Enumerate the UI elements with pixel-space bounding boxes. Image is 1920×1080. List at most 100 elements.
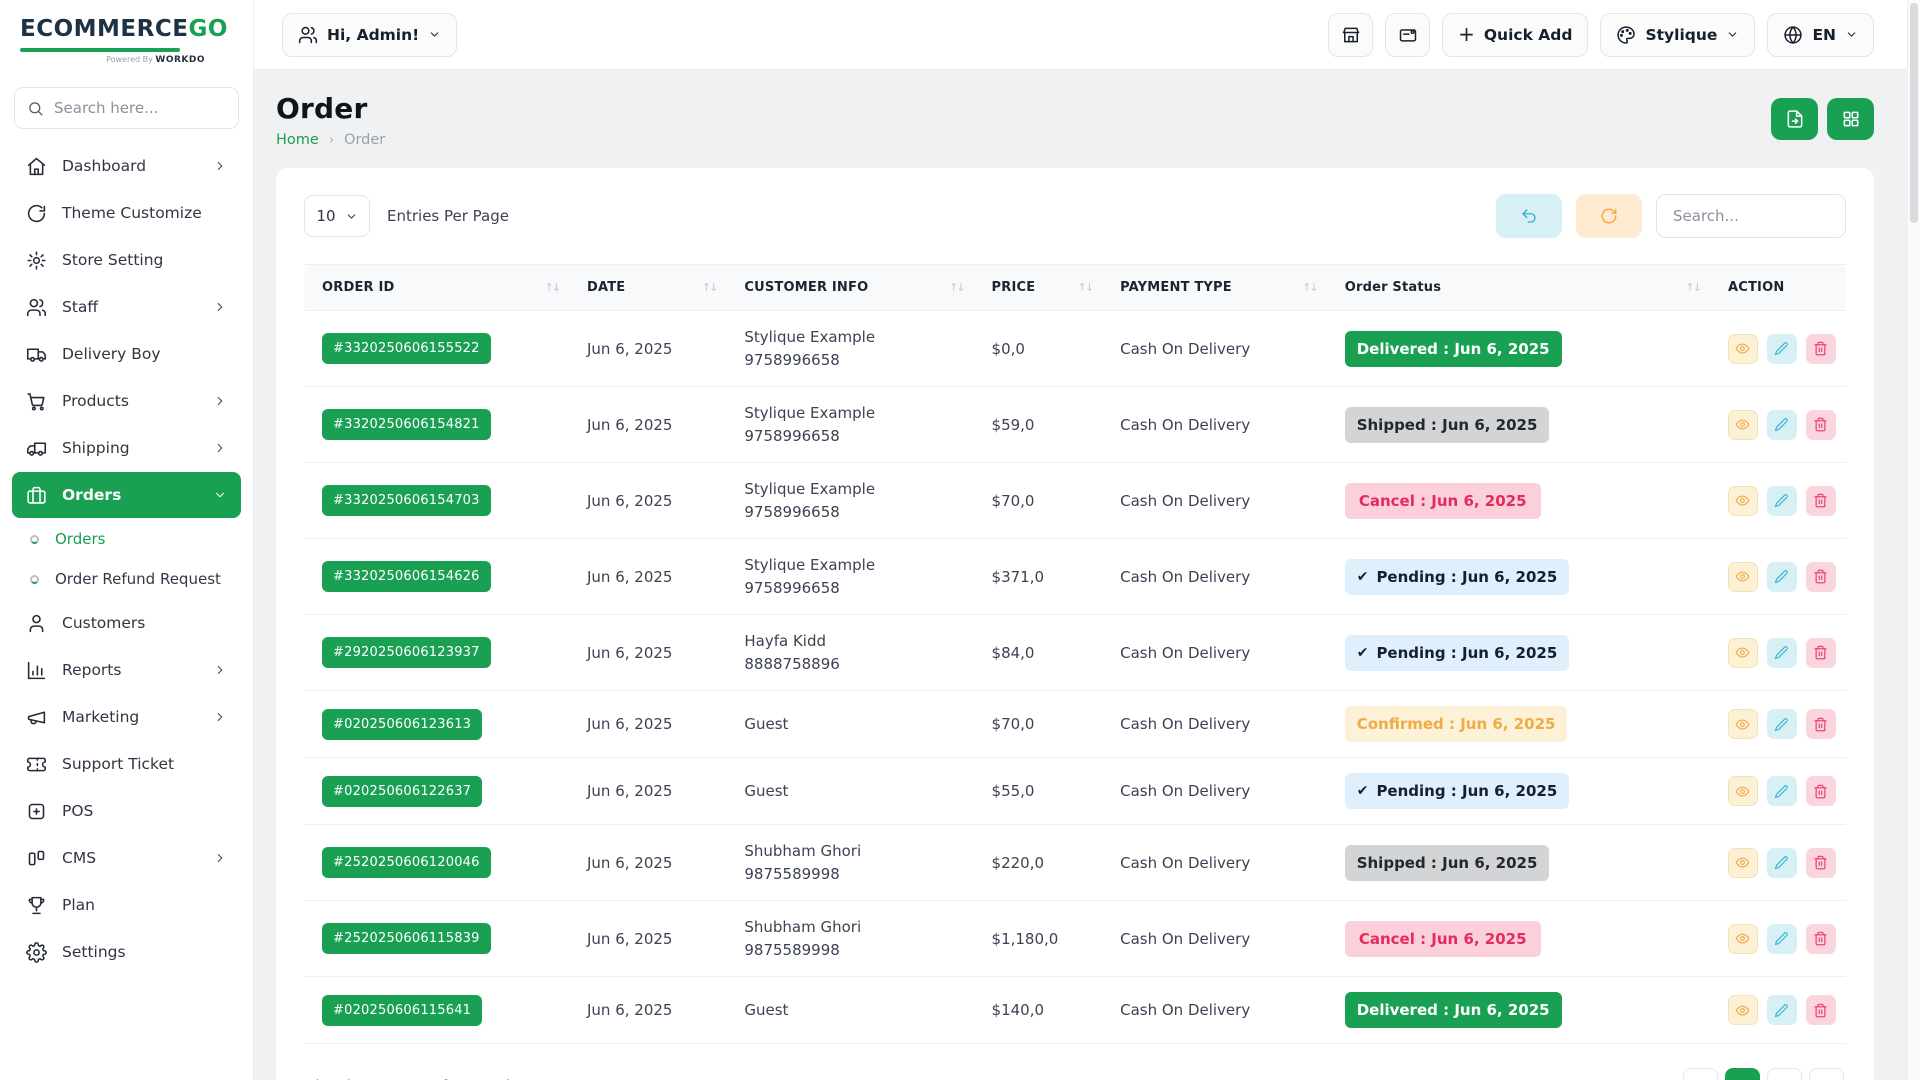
column-header-customer-info[interactable]: CUSTOMER INFO↑↓ [734,265,981,311]
table-search-input[interactable] [1656,194,1846,238]
sidebar-item-support-ticket[interactable]: Support Ticket [12,741,241,787]
quick-add-button[interactable]: + Quick Add [1442,13,1588,57]
entries-per-page-select[interactable]: 10 [304,195,370,237]
edit-button[interactable] [1767,776,1797,806]
delete-button[interactable] [1806,709,1836,739]
breadcrumb-home-link[interactable]: Home [276,132,319,148]
sidebar-item-orders[interactable]: Orders [12,472,241,518]
view-button[interactable] [1728,848,1758,878]
pagination-next-button[interactable] [1809,1068,1844,1080]
sidebar-item-cms[interactable]: CMS [12,835,241,881]
pencil-icon [1774,717,1789,732]
column-header-date[interactable]: DATE↑↓ [577,265,734,311]
sidebar-search-input[interactable] [54,99,226,117]
view-button[interactable] [1728,486,1758,516]
theme-switcher-button[interactable]: Stylique [1600,13,1755,57]
pagination-page-2[interactable]: 2 [1767,1068,1802,1080]
edit-button[interactable] [1767,562,1797,592]
refresh-button[interactable] [1576,194,1642,238]
column-header-price[interactable]: PRICE↑↓ [982,265,1111,311]
undo-icon [1520,207,1538,225]
sort-icon[interactable]: ↑↓ [1302,281,1324,294]
order-id-badge[interactable]: #3320250606154626 [322,561,491,592]
sort-icon[interactable]: ↑↓ [545,281,567,294]
delete-button[interactable] [1806,562,1836,592]
sidebar-item-staff[interactable]: Staff [12,284,241,330]
storefront-button[interactable] [1328,13,1373,57]
view-button[interactable] [1728,410,1758,440]
scrollbar[interactable] [1907,0,1920,1080]
view-button[interactable] [1728,995,1758,1025]
column-header-payment-type[interactable]: PAYMENT TYPE↑↓ [1110,265,1335,311]
pagination-prev-button[interactable] [1683,1068,1718,1080]
language-button[interactable]: EN [1767,13,1874,57]
edit-button[interactable] [1767,410,1797,440]
delete-button[interactable] [1806,486,1836,516]
order-id-badge[interactable]: #3320250606154821 [322,409,491,440]
sidebar-item-theme-customize[interactable]: Theme Customize [12,190,241,236]
grid-view-button[interactable] [1827,98,1874,140]
delete-button[interactable] [1806,924,1836,954]
sidebar-item-products[interactable]: Products [12,378,241,424]
delete-button[interactable] [1806,995,1836,1025]
pagination-page-1[interactable]: 1 [1725,1068,1760,1080]
user-menu-button[interactable]: Hi, Admin! [282,13,457,57]
sort-icon[interactable]: ↑↓ [1078,281,1100,294]
brand-logo[interactable]: ECOMMERCEGO Powered By WORKDO [0,0,253,75]
order-id-badge[interactable]: #3320250606154703 [322,485,491,516]
delete-button[interactable] [1806,334,1836,364]
view-button[interactable] [1728,638,1758,668]
row-actions [1728,334,1836,364]
sort-icon[interactable]: ↑↓ [949,281,971,294]
sidebar-item-settings[interactable]: Settings [12,929,241,975]
sidebar-item-delivery-boy[interactable]: Delivery Boy [12,331,241,377]
sidebar-item-plan[interactable]: Plan [12,882,241,928]
edit-button[interactable] [1767,924,1797,954]
edit-button[interactable] [1767,486,1797,516]
column-header-order-id[interactable]: ORDER ID↑↓ [304,265,577,311]
undo-button[interactable] [1496,194,1562,238]
delete-button[interactable] [1806,848,1836,878]
order-id-badge[interactable]: #020250606115641 [322,995,482,1026]
edit-button[interactable] [1767,995,1797,1025]
messages-button[interactable] [1385,13,1430,57]
view-button[interactable] [1728,709,1758,739]
sidebar-item-customers[interactable]: Customers [12,600,241,646]
sidebar-item-dashboard[interactable]: Dashboard [12,143,241,189]
order-id-badge[interactable]: #2920250606123937 [322,637,491,668]
edit-button[interactable] [1767,334,1797,364]
edit-button[interactable] [1767,848,1797,878]
sort-icon[interactable]: ↑↓ [1686,281,1708,294]
order-id-badge[interactable]: #020250606122637 [322,776,482,807]
cell-price: $70,0 [982,463,1111,539]
sidebar-subitem-orders[interactable]: Orders [12,519,241,559]
sidebar-item-shipping[interactable]: Shipping [12,425,241,471]
sidebar-item-label: Theme Customize [62,204,202,222]
view-button[interactable] [1728,924,1758,954]
eye-icon [1735,417,1750,432]
edit-button[interactable] [1767,709,1797,739]
table-toolbar: 10 Entries Per Page [304,194,1846,238]
export-button[interactable] [1771,98,1818,140]
order-id-badge[interactable]: #020250606123613 [322,709,482,740]
sidebar-item-store-setting[interactable]: Store Setting [12,237,241,283]
sidebar-item-reports[interactable]: Reports [12,647,241,693]
sidebar-item-pos[interactable]: POS [12,788,241,834]
view-button[interactable] [1728,562,1758,592]
order-id-badge[interactable]: #2520250606120046 [322,847,491,878]
order-id-badge[interactable]: #3320250606155522 [322,333,491,364]
scrollbar-thumb[interactable] [1910,3,1918,223]
order-status-label: Cancel : Jun 6, 2025 [1359,930,1527,948]
sort-icon[interactable]: ↑↓ [702,281,724,294]
order-id-badge[interactable]: #2520250606115839 [322,923,491,954]
column-header-order-status[interactable]: Order Status↑↓ [1335,265,1718,311]
view-button[interactable] [1728,776,1758,806]
delete-button[interactable] [1806,776,1836,806]
sidebar-item-marketing[interactable]: Marketing [12,694,241,740]
sidebar-subitem-order-refund-request[interactable]: Order Refund Request [12,559,241,599]
delete-button[interactable] [1806,638,1836,668]
cell-price: $140,0 [982,977,1111,1044]
view-button[interactable] [1728,334,1758,364]
edit-button[interactable] [1767,638,1797,668]
delete-button[interactable] [1806,410,1836,440]
